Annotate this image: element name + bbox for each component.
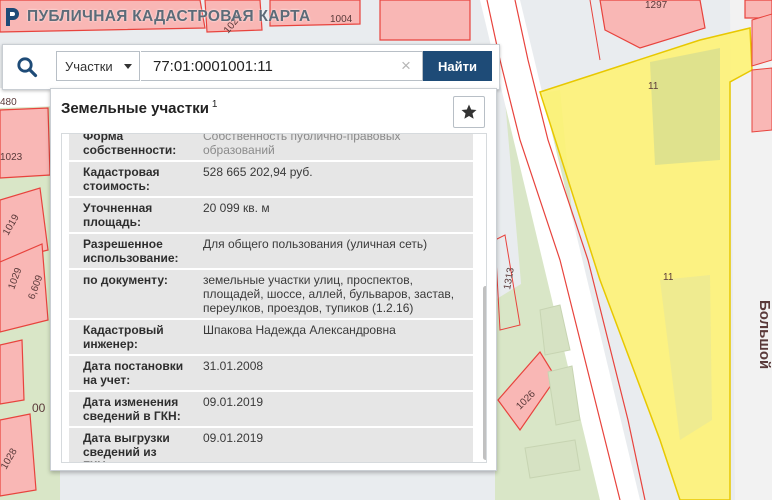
attribute-row: Уточненная площадь: 20 099 кв. м <box>69 198 473 232</box>
cadastral-logo-icon <box>6 8 19 26</box>
attribute-value: 20 099 кв. м <box>203 201 270 215</box>
search-toggle-button[interactable] <box>3 45 51 89</box>
search-type-select[interactable]: Участки <box>56 51 140 81</box>
attributes-scroll-area[interactable]: Форма собственности: Собственность публи… <box>61 133 487 463</box>
panel-title-text: Земельные участки <box>61 100 209 117</box>
attribute-row: Дата изменения сведений в ГКН: 09.01.201… <box>69 392 473 426</box>
map-label: 480 <box>0 97 17 108</box>
attribute-key: Форма собственности: <box>83 133 177 157</box>
attribute-key: Разрешенное использование: <box>83 237 179 265</box>
caret-down-icon <box>124 64 132 69</box>
scrollbar-thumb[interactable] <box>483 286 486 460</box>
map-label: 1023 <box>0 152 23 163</box>
parcel-info-panel: Земельные участки 1 Форма собственности: … <box>50 88 497 471</box>
attribute-value: 09.01.2019 <box>203 395 264 409</box>
map-label: 11 <box>648 81 659 92</box>
app-header: ПУБЛИЧНАЯ КАДАСТРОВАЯ КАРТА <box>0 0 310 34</box>
attribute-row: Дата постановки на учет: 31.01.2008 <box>69 356 473 390</box>
map-label: 00 <box>32 401 46 415</box>
attribute-key: Кадастровая стоимость: <box>83 165 160 193</box>
attribute-value: 31.01.2008 <box>203 359 264 373</box>
attribute-key: Уточненная площадь: <box>83 201 153 229</box>
map-label: 1004 <box>330 14 353 25</box>
attribute-row: Форма собственности: Собственность публи… <box>69 133 473 160</box>
search-icon <box>17 57 38 78</box>
attribute-value: 09.01.2019 <box>203 431 264 445</box>
attribute-row: Дата выгрузки сведений из ГКН: 09.01.201… <box>69 428 473 462</box>
attribute-row: Кадастровый инженер: Шпакова Надежда Але… <box>69 320 473 354</box>
street-label: Большой <box>756 300 772 369</box>
find-button[interactable]: Найти <box>423 51 492 81</box>
attribute-value: Шпакова Надежда Александровна <box>203 323 396 337</box>
favorite-button[interactable] <box>453 96 485 128</box>
attribute-row: по документу: земельные участки улиц, пр… <box>69 270 473 318</box>
attribute-key: Дата изменения сведений в ГКН: <box>83 395 181 423</box>
attribute-key: по документу: <box>83 273 168 287</box>
search-type-label: Участки <box>65 58 113 74</box>
map-label: 1297 <box>645 0 668 11</box>
attribute-value: 528 665 202,94 руб. <box>203 165 313 179</box>
attribute-key: Дата постановки на учет: <box>83 359 184 387</box>
attribute-row: Разрешенное использование: Для общего по… <box>69 234 473 268</box>
clear-icon[interactable]: × <box>397 56 415 76</box>
result-count: 1 <box>211 99 218 110</box>
search-input[interactable] <box>141 51 423 81</box>
panel-title: Земельные участки 1 <box>61 99 217 117</box>
attributes-list: Форма собственности: Собственность публи… <box>69 133 473 462</box>
attribute-value: Для общего пользования (уличная сеть) <box>203 237 428 251</box>
attribute-value: земельные участки улиц, проспектов, площ… <box>203 273 455 315</box>
star-icon <box>461 104 477 119</box>
search-bar: Участки × Найти <box>2 44 500 90</box>
map-label: 11 <box>663 272 674 283</box>
attribute-key: Дата выгрузки сведений из ГКН: <box>83 431 170 462</box>
attribute-value: Собственность публично-правовых образова… <box>203 133 401 157</box>
app-title: ПУБЛИЧНАЯ КАДАСТРОВАЯ КАРТА <box>27 8 311 25</box>
attribute-key: Кадастровый инженер: <box>83 323 164 351</box>
attribute-row: Кадастровая стоимость: 528 665 202,94 ру… <box>69 162 473 196</box>
